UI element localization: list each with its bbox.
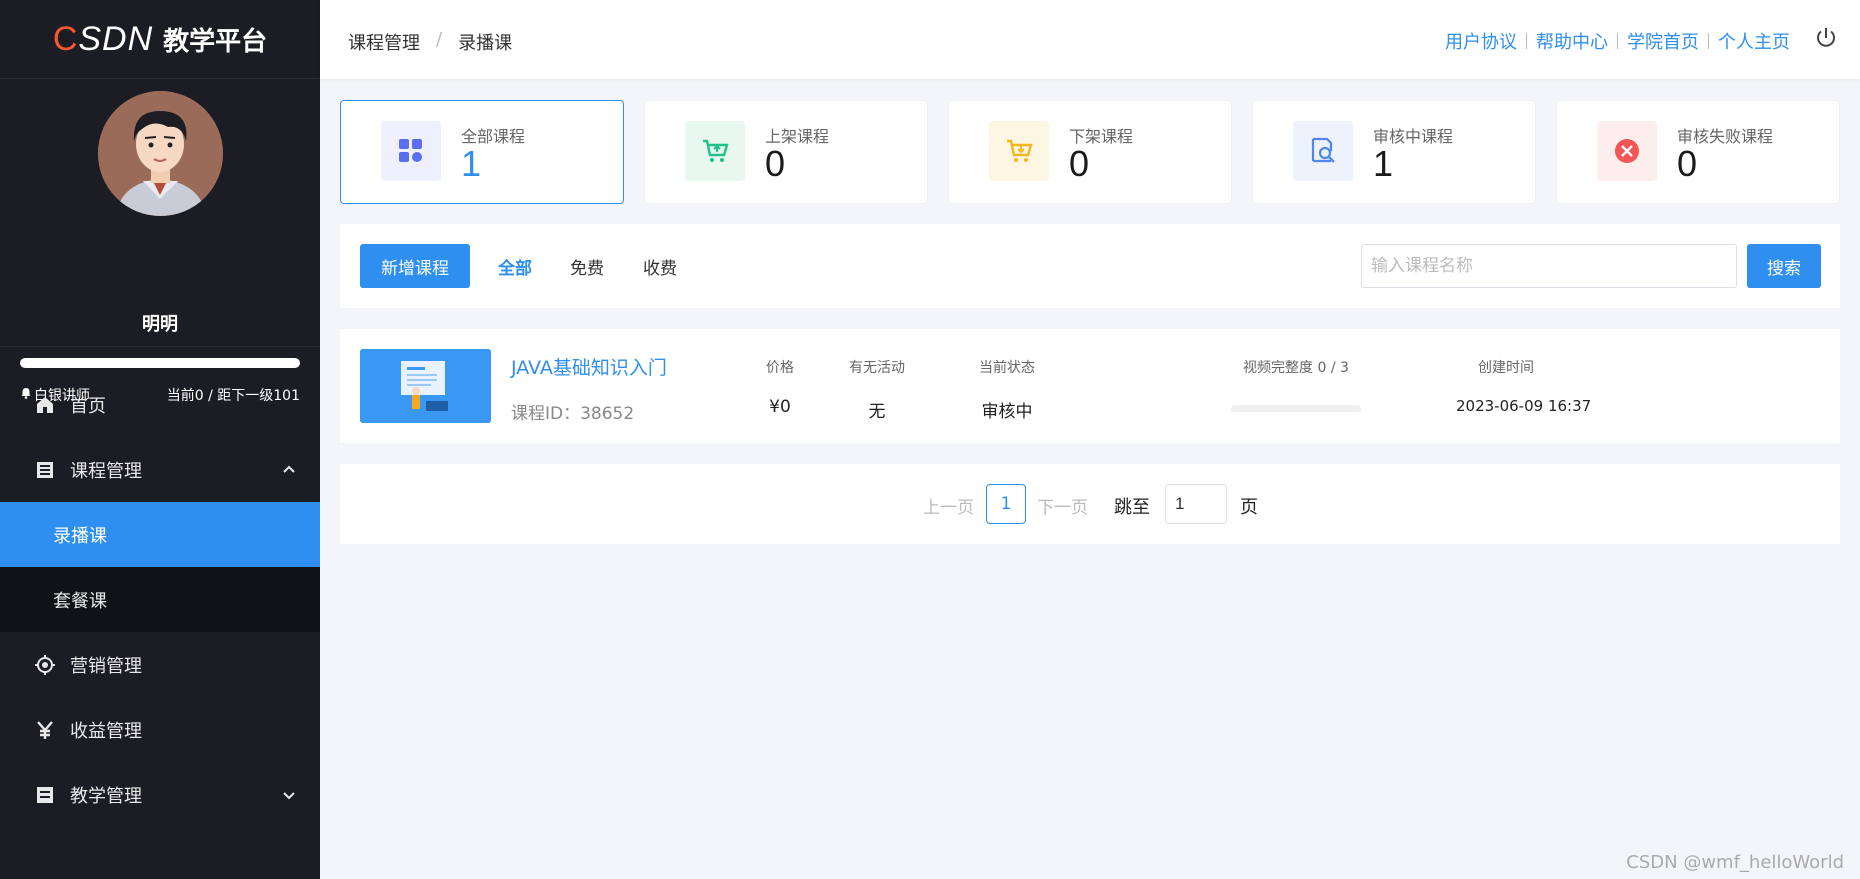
stat-card-failed[interactable]: 审核失败课程 0 (1556, 100, 1840, 204)
breadcrumb: 课程管理 / 录播课 (348, 29, 512, 55)
book-icon (34, 784, 56, 806)
prev-page-button[interactable]: 上一页 (923, 493, 974, 518)
platform-title: 教学平台 (163, 26, 268, 57)
filter-free-tab[interactable]: 免费 (570, 254, 604, 279)
jump-to-label: 跳至 (1114, 497, 1150, 518)
course-search-input[interactable] (1361, 244, 1737, 288)
sidebar-item-teaching[interactable]: 教学管理 (0, 762, 320, 827)
sidebar-item-label: 收益管理 (70, 720, 142, 742)
sidebar-item-home[interactable]: 首页 (0, 372, 320, 437)
stat-card-all[interactable]: 全部课程 1 (340, 100, 624, 204)
stat-cards: 全部课程 1 上架课程 0 下架课程 0 审核中课程 1 审核失败课程 0 (340, 100, 1840, 204)
link-divider (1708, 33, 1709, 49)
breadcrumb-separator: / (436, 29, 443, 50)
watermark: CSDN @wmf_helloWorld (1626, 852, 1844, 873)
course-id: 课程ID：38652 (511, 404, 635, 424)
sidebar: CSDN 教学平台 明明 白银讲师 当前0 / 距下一级101 首页 课程管理 … (0, 0, 320, 879)
page-unit-label: 页 (1240, 497, 1258, 518)
price-value: ¥0 (769, 397, 791, 417)
stat-value: 1 (461, 143, 482, 184)
sidebar-item-earnings[interactable]: 收益管理 (0, 697, 320, 762)
sidebar-item-marketing[interactable]: 营销管理 (0, 632, 320, 697)
price-header: 价格 (766, 360, 794, 376)
username: 明明 (142, 314, 178, 335)
video-progress-bar (1231, 405, 1361, 412)
power-icon[interactable] (1814, 26, 1838, 50)
activity-value: 无 (868, 402, 886, 422)
sidebar-item-label: 教学管理 (70, 785, 142, 807)
course-list-item: JAVA基础知识入门 课程ID：38652 价格 ¥0 有无活动 无 当前状态 … (340, 329, 1840, 443)
link-divider (1617, 33, 1618, 49)
sidebar-item-course-management[interactable]: 课程管理 (0, 437, 320, 502)
review-icon (1293, 121, 1353, 181)
sidebar-item-label: 营销管理 (70, 655, 142, 677)
user-agreement-link[interactable]: 用户协议 (1445, 28, 1517, 54)
level-progress-bar (20, 358, 300, 368)
help-center-link[interactable]: 帮助中心 (1536, 28, 1608, 54)
brand-logo: CSDN (52, 19, 154, 58)
add-course-button[interactable]: 新增课程 (360, 244, 470, 288)
target-icon (34, 654, 56, 676)
search-button[interactable]: 搜索 (1747, 244, 1821, 288)
logo[interactable]: CSDN 教学平台 (0, 0, 320, 79)
sidebar-item-package-course[interactable]: 套餐课 (0, 567, 320, 632)
chevron-down-icon (282, 786, 296, 807)
status-header: 当前状态 (979, 360, 1035, 376)
stat-value: 0 (1069, 143, 1090, 184)
stat-card-delisted[interactable]: 下架课程 0 (948, 100, 1232, 204)
academy-home-link[interactable]: 学院首页 (1627, 28, 1699, 54)
avatar[interactable] (98, 91, 223, 216)
sidebar-item-label: 课程管理 (70, 460, 142, 482)
sidebar-item-label: 首页 (70, 395, 106, 417)
stat-value: 0 (765, 143, 786, 184)
top-header: 课程管理 / 录播课 用户协议 帮助中心 学院首页 个人主页 (320, 0, 1860, 79)
sidebar-item-recorded-course[interactable]: 录播课 (0, 502, 320, 567)
stat-card-reviewing[interactable]: 审核中课程 1 (1252, 100, 1536, 204)
status-value: 审核中 (981, 402, 1033, 422)
list-icon (34, 459, 56, 481)
link-divider (1526, 33, 1527, 49)
next-page-button[interactable]: 下一页 (1037, 493, 1088, 518)
fail-icon (1597, 121, 1657, 181)
breadcrumb-item-course-management[interactable]: 课程管理 (348, 29, 420, 55)
yen-icon (34, 719, 56, 741)
course-title-link[interactable]: JAVA基础知识入门 (511, 353, 667, 380)
chevron-up-icon (282, 461, 296, 482)
page-number-current[interactable]: 1 (986, 484, 1026, 524)
course-toolbar: 新增课程 全部 免费 收费 搜索 (340, 224, 1840, 308)
sidebar-nav: 首页 课程管理 录播课 套餐课 营销管理 收益管理 教学管理 (0, 372, 320, 827)
grid-icon (381, 121, 441, 181)
cart-up-icon (685, 121, 745, 181)
cart-down-icon (989, 121, 1049, 181)
filter-paid-tab[interactable]: 收费 (643, 254, 677, 279)
breadcrumb-item-recorded-course: 录播课 (458, 33, 513, 54)
course-thumbnail[interactable] (360, 349, 491, 423)
created-time-value: 2023-06-09 16:37 (1456, 397, 1592, 415)
home-icon (34, 394, 56, 416)
stat-card-listed[interactable]: 上架课程 0 (644, 100, 928, 204)
profile-panel: 明明 白银讲师 当前0 / 距下一级101 (0, 79, 320, 404)
jump-page-input[interactable] (1165, 484, 1227, 524)
activity-header: 有无活动 (849, 360, 905, 376)
filter-all-tab[interactable]: 全部 (498, 254, 532, 279)
stat-value: 1 (1373, 143, 1394, 184)
pagination: 上一页 1 下一页 跳至 页 (340, 464, 1840, 544)
video-completeness-header: 视频完整度 0 / 3 (1243, 360, 1349, 376)
header-links: 用户协议 帮助中心 学院首页 个人主页 (1445, 28, 1790, 54)
created-time-header: 创建时间 (1478, 360, 1534, 376)
stat-value: 0 (1677, 143, 1698, 184)
personal-home-link[interactable]: 个人主页 (1718, 28, 1790, 54)
